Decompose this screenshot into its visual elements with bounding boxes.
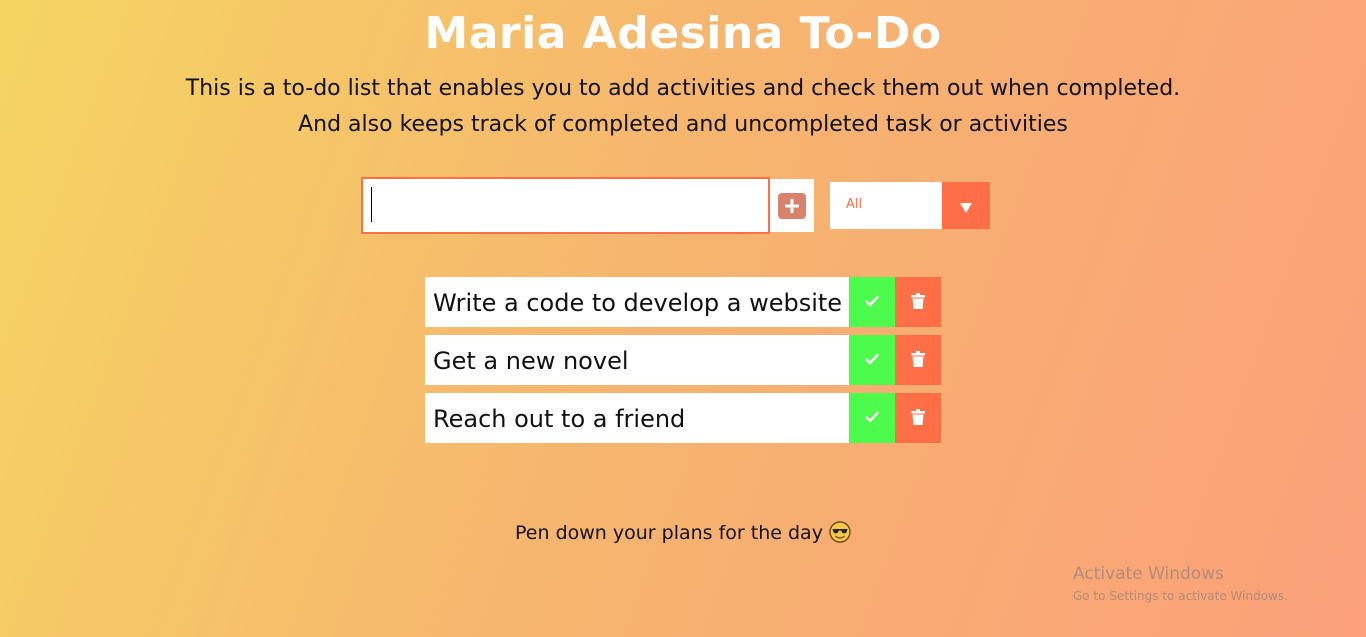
complete-todo-button[interactable]	[849, 393, 895, 443]
text-cursor	[371, 187, 372, 222]
footer-note: Pen down your plans for the day	[0, 519, 1366, 551]
todo-input[interactable]	[361, 177, 770, 234]
check-icon	[865, 411, 879, 423]
caret-down-icon	[960, 203, 972, 213]
filter-selected-value: All	[846, 197, 863, 212]
todo-text: Get a new novel	[433, 347, 629, 375]
windows-activation-watermark: Activate Windows Go to Settings to activ…	[1073, 563, 1288, 605]
delete-todo-button[interactable]	[895, 335, 941, 385]
delete-todo-button[interactable]	[895, 277, 941, 327]
page-title: Maria Adesina To-Do	[424, 8, 942, 59]
todo-item: Reach out to a friend	[425, 393, 941, 443]
filter-dropdown-toggle[interactable]	[942, 182, 990, 229]
filter-select[interactable]: All	[830, 182, 990, 229]
complete-todo-button[interactable]	[849, 335, 895, 385]
todo-list: Write a code to develop a website Get a …	[425, 277, 941, 451]
trash-icon	[911, 351, 925, 367]
watermark-title: Activate Windows	[1073, 564, 1224, 584]
footer-note-text: Pen down your plans for the day	[515, 522, 823, 544]
page-description-line-2: And also keeps track of completed and un…	[298, 112, 1068, 137]
check-icon	[865, 295, 879, 307]
todo-text: Write a code to develop a website	[433, 289, 843, 317]
watermark-subtitle: Go to Settings to activate Windows.	[1073, 589, 1288, 603]
todo-text: Reach out to a friend	[433, 405, 686, 433]
todo-item: Write a code to develop a website	[425, 277, 941, 327]
trash-icon	[911, 293, 925, 309]
sunglasses-emoji-icon	[829, 521, 851, 551]
complete-todo-button[interactable]	[849, 277, 895, 327]
delete-todo-button[interactable]	[895, 393, 941, 443]
todo-item: Get a new novel	[425, 335, 941, 385]
plus-square-icon	[778, 193, 806, 219]
trash-icon	[911, 409, 925, 425]
add-todo-button[interactable]	[770, 179, 814, 232]
page-description-line-1: This is a to-do list that enables you to…	[185, 76, 1181, 101]
check-icon	[865, 353, 879, 365]
